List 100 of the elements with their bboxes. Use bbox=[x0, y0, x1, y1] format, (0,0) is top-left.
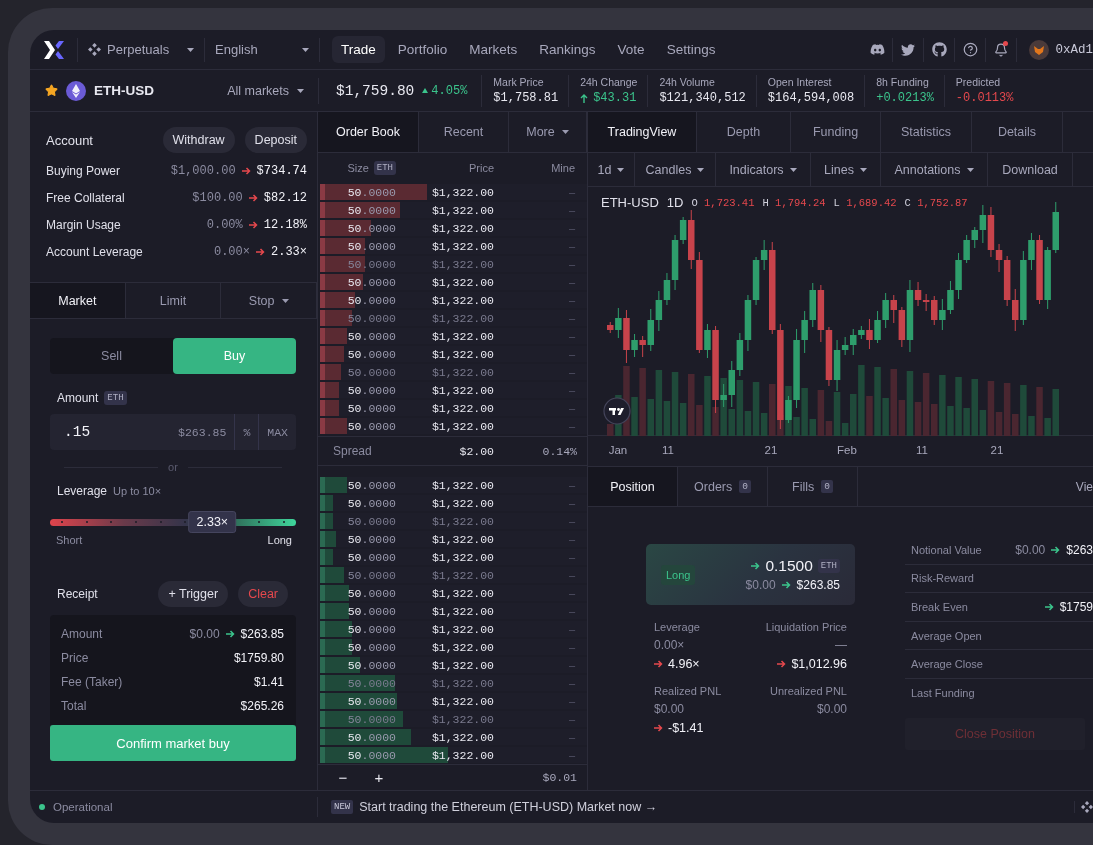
chart-tab[interactable]: Details bbox=[972, 112, 1063, 152]
trigger-button[interactable]: + Trigger bbox=[158, 581, 229, 607]
slider-thumb[interactable]: 2.33× bbox=[188, 511, 237, 533]
stat-label: Unrealized PNL bbox=[769, 685, 847, 697]
spread-label: Spread bbox=[332, 444, 373, 458]
nav-tab[interactable]: Trade bbox=[332, 36, 385, 63]
mine-text: – bbox=[567, 587, 575, 599]
product-select[interactable]: Perpetuals bbox=[78, 37, 205, 62]
panel-tab[interactable]: Order Book bbox=[318, 112, 419, 152]
chart-tool[interactable]: Candles bbox=[635, 153, 716, 186]
position-tab[interactable]: Orders 0 bbox=[678, 467, 768, 506]
view-link[interactable]: Vie bbox=[1075, 479, 1093, 494]
nav-tab[interactable]: Portfolio bbox=[388, 36, 457, 63]
panel-tab[interactable]: Recent bbox=[419, 112, 509, 152]
axis-label: 21 bbox=[990, 444, 1004, 456]
mine-text: – bbox=[567, 569, 575, 581]
mine-text: – bbox=[567, 204, 575, 216]
price-text: $1,322.00 bbox=[430, 478, 494, 492]
stat-label: 8h Funding bbox=[876, 76, 930, 88]
position-tab[interactable]: Fills 0 bbox=[768, 467, 858, 506]
stat-value: $121,340,512 bbox=[659, 91, 746, 105]
twitter-icon[interactable] bbox=[901, 42, 916, 57]
detail-label: Risk-Reward bbox=[911, 572, 974, 585]
stat-label: Realized PNL bbox=[654, 685, 722, 697]
order-type-tab[interactable]: Stop bbox=[221, 283, 317, 318]
order-type-tab[interactable]: Limit bbox=[125, 283, 222, 318]
new-value: 12.18% bbox=[263, 217, 307, 232]
panel-tab[interactable]: More bbox=[509, 112, 587, 152]
discord-icon[interactable] bbox=[870, 42, 885, 57]
axis-label: 11 bbox=[662, 444, 674, 456]
new-value: $1759 bbox=[1059, 600, 1093, 614]
price-text: $1,322.00 bbox=[430, 496, 494, 510]
account-button[interactable]: Deposit bbox=[244, 127, 307, 153]
price-text: $1,322.00 bbox=[430, 568, 494, 582]
bell-icon[interactable] bbox=[994, 42, 1009, 57]
nav-tab[interactable]: Markets bbox=[460, 36, 527, 63]
clear-button[interactable]: Clear bbox=[238, 581, 288, 607]
github-icon[interactable] bbox=[932, 42, 947, 57]
price-text: $1,322.00 bbox=[430, 275, 494, 289]
size-text: 50.0000 bbox=[346, 365, 396, 379]
price-text: $1,322.00 bbox=[430, 640, 494, 654]
account-button[interactable]: Withdraw bbox=[162, 127, 235, 153]
new-value: $1,012.96 bbox=[791, 657, 847, 671]
language-select[interactable]: English bbox=[205, 37, 320, 62]
star-icon[interactable] bbox=[45, 84, 58, 97]
help-icon[interactable] bbox=[963, 42, 978, 57]
new-value: $1759.80 bbox=[233, 651, 284, 665]
chart-tool[interactable]: 1d bbox=[588, 153, 635, 186]
mine-text: – bbox=[567, 348, 575, 360]
axis-label: Feb bbox=[837, 444, 857, 456]
field-label: Leverage bbox=[57, 484, 108, 498]
mine-text: – bbox=[567, 533, 575, 545]
stat-label: 24h Change bbox=[580, 76, 638, 88]
stat-value: $1,758.81 bbox=[493, 91, 559, 105]
logo-icon bbox=[43, 40, 64, 59]
wallet-address[interactable]: 0xAd1 bbox=[1055, 42, 1093, 57]
column-header: Mine bbox=[550, 162, 575, 174]
count-badge: 0 bbox=[739, 480, 751, 493]
diamond-icon bbox=[1081, 801, 1093, 813]
mine-text: – bbox=[567, 186, 575, 198]
nav-tab[interactable]: Settings bbox=[657, 36, 725, 63]
chart-tool[interactable]: Lines bbox=[811, 153, 881, 186]
ohlc-value: O 1,723.41 bbox=[691, 196, 755, 209]
spread-percent: 0.14% bbox=[541, 444, 577, 458]
avatar-icon[interactable] bbox=[1029, 39, 1050, 60]
usd-value: $263.85 bbox=[178, 425, 228, 439]
caret-icon bbox=[302, 47, 309, 52]
chart-tab[interactable]: Statistics bbox=[881, 112, 972, 152]
leverage-slider[interactable]: 2.33× bbox=[50, 510, 296, 534]
position-tab[interactable]: Position bbox=[588, 467, 678, 506]
size-text: 50.0000 bbox=[346, 676, 396, 690]
mine-text: – bbox=[567, 623, 575, 635]
max-button[interactable]: MAX bbox=[258, 414, 296, 450]
order-type-tab[interactable]: Market bbox=[30, 283, 126, 318]
announcement-link[interactable]: Start trading the Ethereum (ETH-USD) Market now → bbox=[359, 800, 658, 814]
nav-tab[interactable]: Vote bbox=[608, 36, 654, 63]
minus-button[interactable]: − bbox=[326, 768, 360, 787]
plus-button[interactable]: + bbox=[362, 768, 396, 787]
chart-tool[interactable]: Download bbox=[988, 153, 1073, 186]
side-button[interactable]: Sell bbox=[50, 338, 173, 374]
chart-tab[interactable]: TradingView bbox=[588, 112, 697, 152]
diamond-icon bbox=[88, 43, 101, 56]
mine-text: – bbox=[567, 695, 575, 707]
nav-tab[interactable]: Rankings bbox=[530, 36, 605, 63]
caret-icon bbox=[697, 167, 705, 172]
axis-label: 21 bbox=[764, 444, 778, 456]
market-selector[interactable]: All markets bbox=[227, 83, 304, 98]
field-label: Amount bbox=[57, 391, 99, 405]
chart-tool[interactable]: Annotations bbox=[881, 153, 988, 186]
size-text: 50.0000 bbox=[346, 730, 396, 744]
chart-tab[interactable]: Funding bbox=[791, 112, 881, 152]
chart-tab[interactable]: Depth bbox=[697, 112, 791, 152]
amount-field[interactable]: .15 $263.85 % MAX bbox=[50, 414, 296, 450]
price-text: $1,322.00 bbox=[430, 586, 494, 600]
chart-tool[interactable]: Indicators bbox=[716, 153, 811, 186]
previous-value: $0.00 bbox=[745, 578, 776, 592]
percent-button[interactable]: % bbox=[234, 414, 259, 450]
mine-text: – bbox=[567, 749, 575, 761]
size-text: 50.0000 bbox=[346, 550, 396, 564]
previous-value: $0.00 bbox=[1015, 542, 1046, 557]
